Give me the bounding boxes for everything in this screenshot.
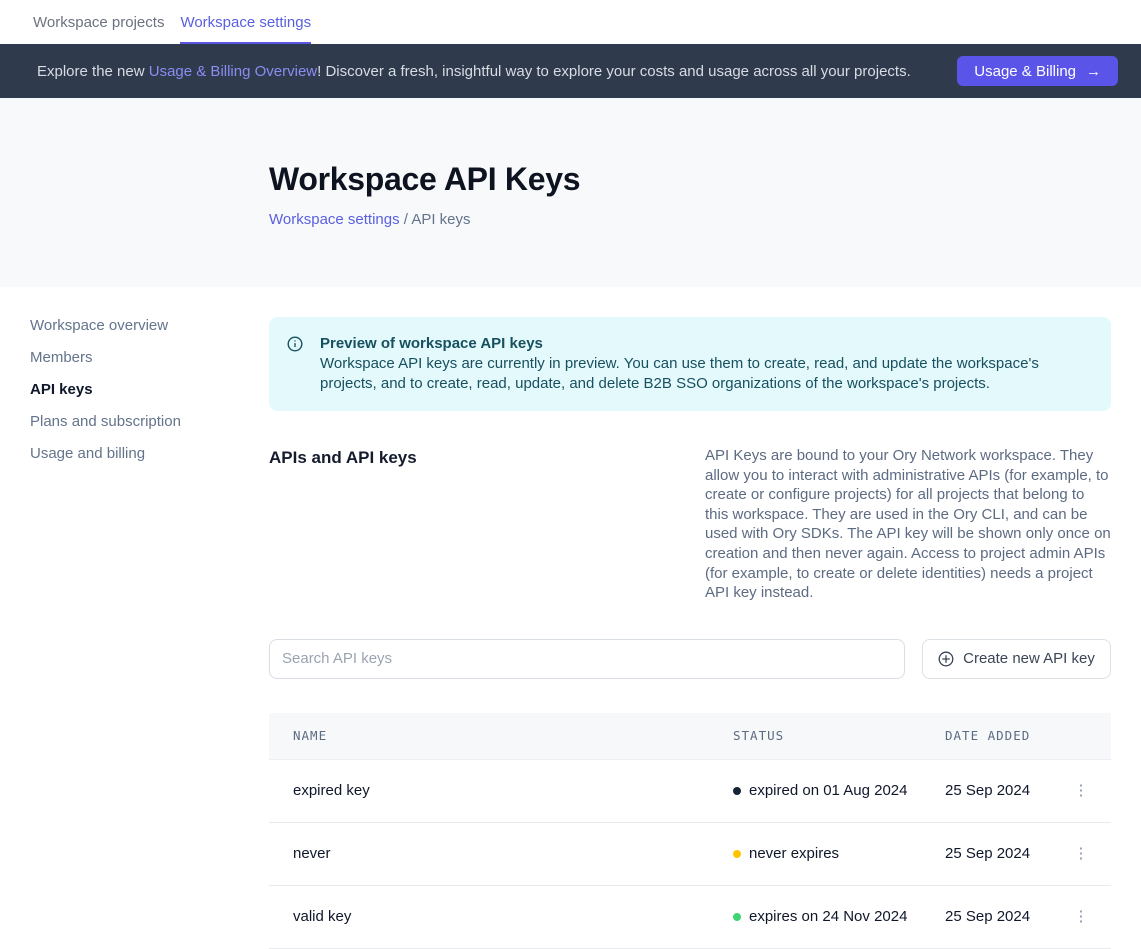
search-input[interactable] [269, 639, 905, 679]
sidebar-item[interactable]: Plans and subscription [30, 416, 269, 428]
sidebar-item[interactable]: Usage and billing [30, 448, 269, 460]
row-actions: ⋮ [1051, 779, 1111, 802]
settings-sidebar: Workspace overview Members API keys Plan… [0, 287, 269, 940]
api-key-status: expired on 01 Aug 2024 [733, 782, 945, 799]
create-api-key-button[interactable]: Create new API key [922, 639, 1111, 679]
table-header-row: NAME STATUS DATE ADDED [269, 713, 1111, 760]
kebab-menu-icon[interactable]: ⋮ [1068, 905, 1095, 928]
column-header-status: STATUS [733, 728, 945, 743]
preview-callout: Preview of workspace API keys Workspace … [269, 317, 1111, 411]
api-key-date-added: 25 Sep 2024 [945, 782, 1051, 799]
api-keys-section: APIs and API keys API Keys are bound to … [269, 448, 1111, 603]
api-key-date-added: 25 Sep 2024 [945, 845, 1051, 862]
sidebar-item[interactable]: API keys [30, 384, 269, 396]
callout-title: Preview of workspace API keys [320, 334, 1091, 354]
breadcrumb: Workspace settings / API keys [269, 211, 1111, 228]
breadcrumb-separator: / [404, 211, 408, 228]
api-key-status: expires on 24 Nov 2024 [733, 908, 945, 925]
api-key-status: never expires [733, 845, 945, 862]
table-row: expired key expired on 01 Aug 2024 25 Se… [269, 760, 1111, 823]
api-key-name: never [269, 845, 733, 862]
api-keys-table: NAME STATUS DATE ADDED expired key expir… [269, 713, 1111, 949]
banner-text-suffix: ! Discover a fresh, insightful way to ex… [317, 63, 911, 80]
announcement-banner: Explore the new Usage & Billing Overview… [0, 44, 1141, 98]
tab-workspace-settings[interactable]: Workspace settings [180, 0, 311, 44]
usage-billing-button-label: Usage & Billing [974, 63, 1076, 80]
status-text: never expires [749, 845, 839, 862]
info-icon [287, 336, 303, 394]
row-actions: ⋮ [1051, 905, 1111, 928]
tab-workspace-projects[interactable]: Workspace projects [33, 0, 164, 44]
status-text: expired on 01 Aug 2024 [749, 782, 907, 799]
column-header-name: NAME [269, 728, 733, 743]
main-panel: Preview of workspace API keys Workspace … [269, 287, 1111, 940]
status-dot-icon [733, 850, 741, 858]
plus-circle-icon [938, 651, 954, 667]
page-header: Workspace API Keys Workspace settings / … [0, 98, 1141, 287]
status-dot-icon [733, 913, 741, 921]
content-area: Workspace overview Members API keys Plan… [0, 287, 1141, 940]
table-row: valid key expires on 24 Nov 2024 25 Sep … [269, 886, 1111, 949]
api-key-name: expired key [269, 782, 733, 799]
top-tab-bar: Workspace projects Workspace settings [0, 0, 1141, 44]
banner-text-prefix: Explore the new [37, 63, 149, 80]
kebab-menu-icon[interactable]: ⋮ [1068, 842, 1095, 865]
breadcrumb-current: API keys [411, 211, 470, 228]
api-key-name: valid key [269, 908, 733, 925]
callout-body: Workspace API keys are currently in prev… [320, 354, 1091, 394]
section-description: API Keys are bound to your Ory Network w… [705, 446, 1111, 603]
arrow-right-icon: → [1086, 63, 1101, 80]
sidebar-item[interactable]: Workspace overview [30, 320, 269, 332]
table-row: never never expires 25 Sep 2024 ⋮ [269, 823, 1111, 886]
status-text: expires on 24 Nov 2024 [749, 908, 907, 925]
status-dot-icon [733, 787, 741, 795]
usage-billing-button[interactable]: Usage & Billing → [957, 56, 1118, 86]
section-heading: APIs and API keys [269, 448, 705, 603]
table-controls: Create new API key [269, 639, 1111, 679]
column-header-date-added: DATE ADDED [945, 728, 1051, 743]
row-actions: ⋮ [1051, 842, 1111, 865]
create-api-key-label: Create new API key [963, 650, 1095, 667]
breadcrumb-workspace-settings-link[interactable]: Workspace settings [269, 211, 400, 228]
api-key-date-added: 25 Sep 2024 [945, 908, 1051, 925]
preview-callout-text: Preview of workspace API keys Workspace … [320, 334, 1091, 394]
banner-usage-billing-link[interactable]: Usage & Billing Overview [149, 63, 317, 80]
kebab-menu-icon[interactable]: ⋮ [1068, 779, 1095, 802]
sidebar-item[interactable]: Members [30, 352, 269, 364]
page-title: Workspace API Keys [269, 161, 1111, 198]
banner-message: Explore the new Usage & Billing Overview… [37, 63, 957, 80]
